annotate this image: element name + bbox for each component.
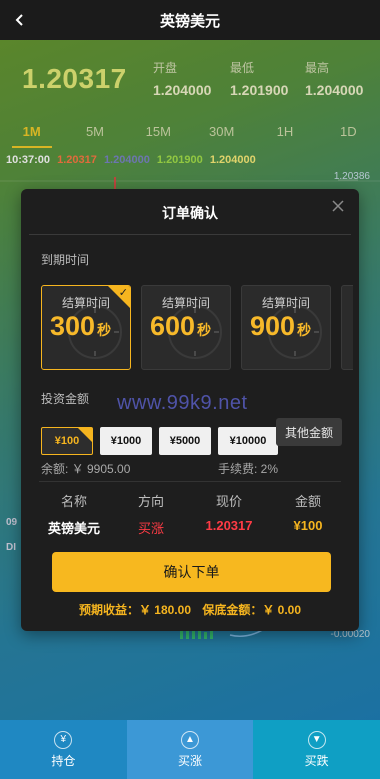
header-amount: 金额	[294, 494, 321, 509]
header-direction: 方向	[137, 494, 164, 509]
positions-button[interactable]: ¥ 持仓	[0, 720, 127, 779]
summary-divider	[39, 481, 341, 482]
balance-text: 余额: ￥ 9905.00	[41, 462, 131, 476]
dialog-title: 订单确认	[162, 205, 218, 221]
title-divider	[29, 234, 351, 235]
amount-label: 投资金额	[41, 392, 90, 406]
expiry-label: 到期时间	[41, 253, 90, 267]
page-title: 英镑美元	[159, 12, 220, 30]
confirm-order-button[interactable]: 确认下单	[52, 552, 331, 592]
summary-amount: ¥100	[293, 518, 323, 533]
expiry-card-value: 600 秒	[150, 311, 212, 341]
header-price: 现价	[215, 494, 242, 509]
balance-row: 余额: ￥ 9905.00 手续费: 2%	[41, 460, 341, 477]
expiry-options: 结算时间 300 秒 ✓ 结算时间 600 秒 结算时间 900 秒	[41, 285, 353, 370]
other-amount-button[interactable]: 其他金额	[276, 418, 342, 446]
buy-down-button[interactable]: ▼ 买跌	[253, 720, 380, 779]
buy-down-label: 买跌	[304, 753, 329, 768]
expiry-card-value: 300 秒	[50, 311, 112, 341]
watermark-text: www.99k9.net	[117, 392, 248, 414]
coins-icon: ¥	[54, 730, 73, 749]
expiry-card-600[interactable]: 结算时间 600 秒	[141, 285, 231, 370]
expiry-card-label: 结算时间	[161, 296, 210, 310]
amount-chip-10000[interactable]: ¥10000	[218, 427, 278, 455]
expiry-card-more[interactable]	[341, 285, 353, 370]
buy-up-label: 买涨	[178, 753, 203, 768]
expiry-card-value: 900 秒	[250, 311, 312, 341]
positions-label: 持仓	[51, 753, 76, 768]
selected-corner	[78, 428, 92, 442]
amount-chip-1000[interactable]: ¥1000	[100, 427, 152, 455]
check-icon: ✓	[118, 287, 128, 299]
down-icon: ▼	[307, 730, 326, 749]
amount-options: ¥100 ¥1000 ¥5000 ¥10000	[41, 427, 281, 455]
up-icon: ▲	[181, 730, 199, 749]
close-icon[interactable]	[329, 197, 347, 215]
amount-chip-100[interactable]: ¥100	[41, 427, 93, 455]
expiry-card-900[interactable]: 结算时间 900 秒	[241, 285, 331, 370]
fee-text: 手续费: 2%	[218, 462, 279, 476]
summary-name: 英镑美元	[47, 521, 100, 536]
expiry-card-300[interactable]: 结算时间 300 秒 ✓	[41, 285, 131, 370]
guaranteed-amount: 保底金额：￥ 0.00	[202, 603, 302, 617]
header-name: 名称	[60, 494, 87, 509]
buy-up-button[interactable]: ▲ 买涨	[126, 720, 254, 779]
nav-bar: 英镑美元	[0, 0, 380, 40]
amount-chip-5000[interactable]: ¥5000	[159, 427, 211, 455]
expected-profit: 预期收益：￥ 180.00	[78, 603, 191, 617]
chevron-left-icon[interactable]	[6, 6, 34, 34]
summary-direction: 买涨	[137, 521, 164, 536]
expiry-card-label: 结算时间	[261, 296, 310, 310]
bottom-action-bar: ¥ 持仓 ▲ 买涨 ▼ 买跌	[0, 720, 380, 779]
summary-price: 1.20317	[205, 518, 253, 533]
expected-returns: 预期收益：￥ 180.00 保底金额：￥ 0.00	[21, 601, 359, 618]
